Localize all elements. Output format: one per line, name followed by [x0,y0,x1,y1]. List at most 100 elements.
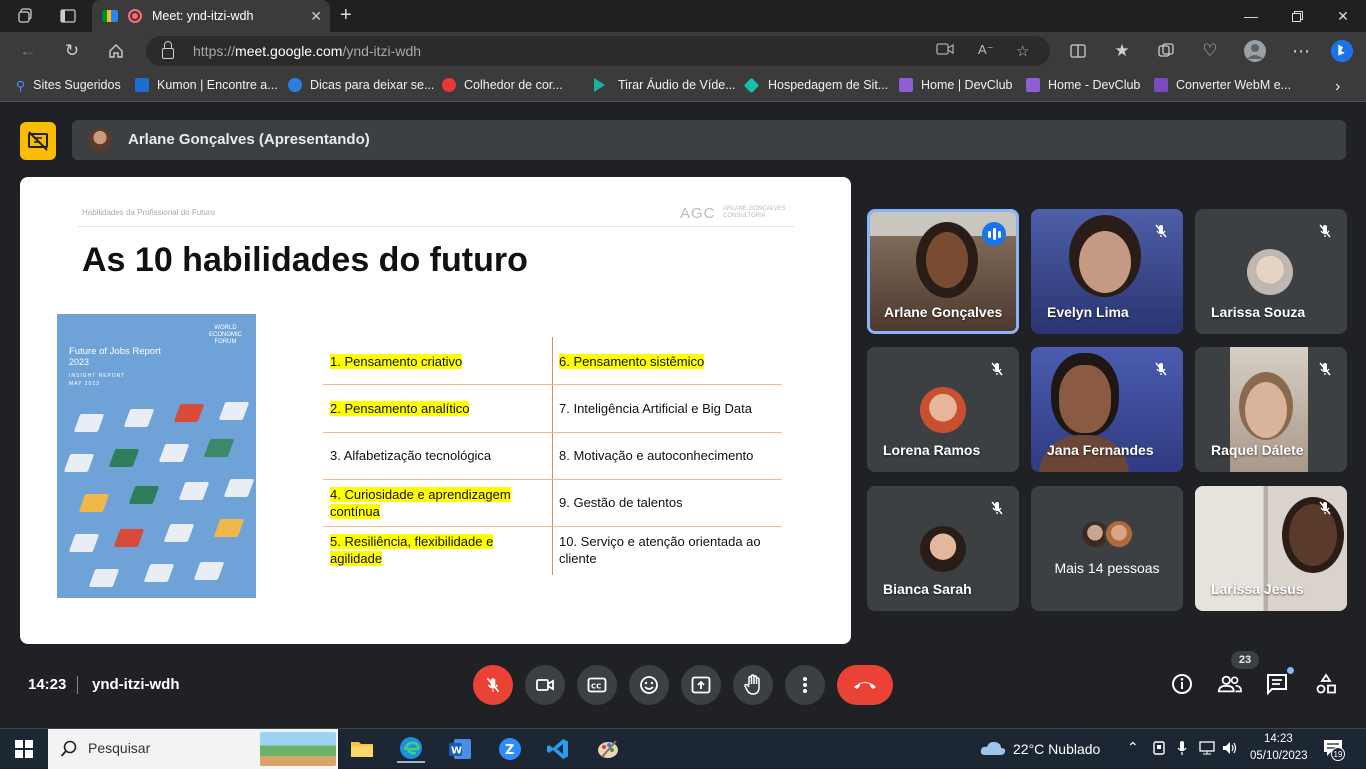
participant-tile[interactable]: Evelyn Lima [1031,209,1183,334]
back-icon[interactable]: ← [16,39,40,63]
file-explorer-icon[interactable] [348,735,376,763]
tab-actions-icon[interactable] [50,0,86,32]
presentation-slide[interactable]: Habilidades da Profissional do Futuro AG… [20,177,851,644]
bookmark-hospedagem[interactable]: Hospedagem de Sit... [743,77,888,93]
recording-icon [128,9,142,23]
zoom-icon[interactable]: Z [496,735,524,763]
favorite-star-icon[interactable]: ☆ [1016,42,1029,60]
lock-icon[interactable] [162,41,174,59]
more-options-button[interactable] [785,665,825,705]
bing-chat-icon[interactable] [1330,39,1354,63]
address-bar[interactable]: https://meet.google.com/ynd-itzi-wdh A⁻ … [146,36,1050,66]
raise-hand-button[interactable] [733,665,773,705]
mic-off-icon [486,677,500,693]
windows-start-icon[interactable] [10,735,38,763]
bookmark-home-devclub-1[interactable]: Home | DevClub [899,78,1012,92]
tab-title: Meet: ynd-itzi-wdh [152,9,254,23]
vscode-icon[interactable] [544,735,572,763]
workspaces-icon[interactable] [8,0,44,32]
search-icon [60,740,77,757]
participant-avatar [920,526,966,572]
bookmarks-overflow-icon[interactable]: › [1335,78,1340,96]
camera-toggle-button[interactable] [525,665,565,705]
chevron-up-icon[interactable]: ⌃ [1127,739,1139,756]
info-icon [1172,674,1192,694]
reactions-button[interactable] [629,665,669,705]
present-button[interactable] [681,665,721,705]
bookmark-dicas[interactable]: Dicas para deixar se... [288,78,434,92]
meet-tray-icon[interactable] [1152,740,1166,759]
minimize-icon[interactable]: — [1228,0,1274,32]
profile-avatar[interactable] [1243,39,1267,63]
paint-icon[interactable] [594,735,622,763]
participant-tile[interactable]: Bianca Sarah [867,486,1019,611]
url-text: https://meet.google.com/ynd-itzi-wdh [193,43,422,59]
taskbar-search-box[interactable]: Pesquisar [48,729,338,769]
favorites-icon[interactable]: ★ [1110,39,1134,63]
browser-nav-bar: ← ↻ https://meet.google.com/ynd-itzi-wdh… [0,32,1366,70]
participant-tile[interactable]: Raquel Dálete [1195,347,1347,472]
meeting-time: 14:23 [28,676,67,693]
performance-icon[interactable]: ♡ [1198,39,1222,63]
home-icon[interactable] [104,39,128,63]
network-icon[interactable] [1199,741,1215,758]
participant-tile[interactable]: Jana Fernandes [1031,347,1183,472]
skill-1: 1. Pensamento criativo [330,354,463,369]
cloud-icon [980,740,1006,756]
people-button[interactable] [1218,672,1242,696]
mic-off-icon [1319,362,1331,376]
more-participants-tile[interactable]: Mais 14 pessoas [1031,486,1183,611]
participant-tile[interactable]: Larissa Souza [1195,209,1347,334]
webm-icon [1154,78,1168,92]
bookmark-tirar-audio[interactable]: Tirar Áudio de Víde... [594,78,736,92]
mic-toggle-button[interactable] [473,665,513,705]
meet-control-bar: 14:23 ynd-itzi-wdh CC 23 [0,648,1366,720]
skill-2: 2. Pensamento analítico [330,401,470,416]
captions-button[interactable]: CC [577,665,617,705]
weather-text[interactable]: 22°C Nublado [1013,741,1100,757]
participant-name: Larissa Souza [1211,304,1306,320]
meeting-details-button[interactable] [1170,672,1194,696]
volume-icon[interactable] [1222,740,1238,759]
participant-count-badge: 23 [1231,651,1259,669]
bookmark-converter-webm[interactable]: Converter WebM e... [1154,78,1291,92]
taskbar-date[interactable]: 05/10/2023 [1250,750,1308,762]
diamond-icon [743,77,760,93]
microphone-icon[interactable] [1176,740,1188,759]
read-aloud-icon[interactable]: A⁻ [978,42,994,58]
stop-presenting-icon[interactable] [20,122,56,160]
notifications-icon[interactable]: 19 [1323,739,1345,761]
taskbar-time[interactable]: 14:23 [1264,733,1293,745]
cover-year: 2023 [69,357,90,367]
new-tab-icon[interactable]: + [340,4,352,27]
word-icon[interactable]: W [446,735,474,763]
color-picker-icon [442,78,456,92]
new-message-dot [1287,667,1294,674]
split-screen-icon[interactable] [1066,39,1090,63]
leave-call-button[interactable] [837,665,893,705]
bookmark-kumon[interactable]: Kumon | Encontre a... [135,78,278,92]
tab-meet[interactable]: Meet: ynd-itzi-wdh ✕ [92,0,330,32]
bookmark-home-devclub-2[interactable]: Home - DevClub [1026,78,1140,92]
participant-tile[interactable]: Arlane Gonçalves [867,209,1019,334]
activities-button[interactable] [1314,672,1338,696]
participant-tile[interactable]: Larissa Jesus [1195,486,1347,611]
bookmark-sites-sugeridos[interactable]: ⚲ Sites Sugeridos [16,78,121,93]
participant-avatar [1104,519,1134,549]
search-highlight-image [260,732,336,766]
slide-logo: AGC [680,205,716,222]
close-window-icon[interactable]: ✕ [1320,0,1366,32]
more-options-icon[interactable]: ⋯ [1289,39,1313,63]
refresh-icon[interactable]: ↻ [60,39,84,63]
edge-browser-icon[interactable] [397,735,425,763]
restore-icon[interactable] [1274,0,1320,32]
bookmark-colhedor[interactable]: Colhedor de cor... [442,78,563,92]
participant-tile[interactable]: Lorena Ramos [867,347,1019,472]
participant-name: Arlane Gonçalves [884,304,1003,320]
presenter-label: Arlane Gonçalves (Apresentando) [128,131,370,148]
camera-blocked-icon[interactable] [936,42,954,60]
close-tab-icon[interactable]: ✕ [310,8,322,25]
collections-icon[interactable] [1154,39,1178,63]
participant-avatar [1247,249,1293,295]
chat-button[interactable] [1266,667,1294,696]
